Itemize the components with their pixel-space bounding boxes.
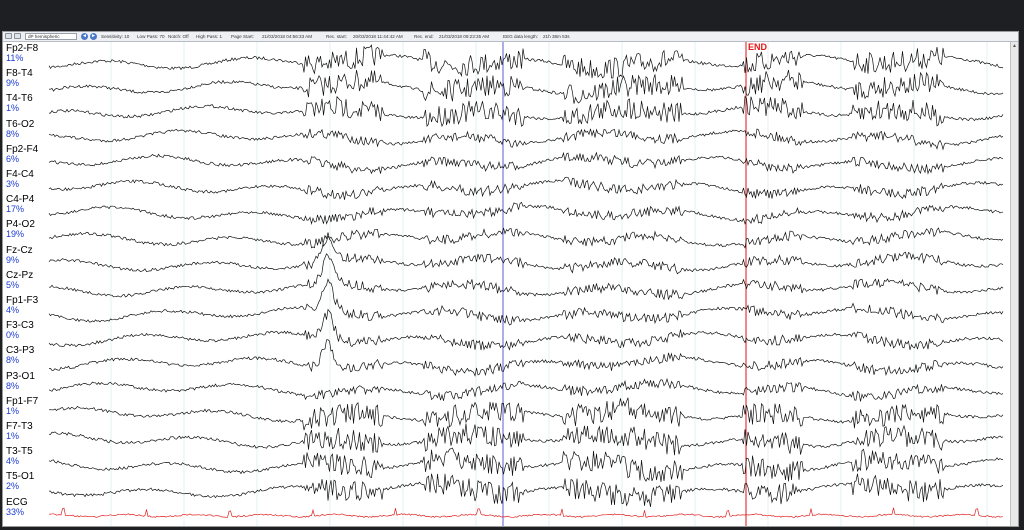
channel-percent: 4% bbox=[6, 305, 20, 315]
eeg-channel-trace bbox=[48, 201, 1003, 225]
eeg-channel-trace bbox=[48, 308, 1004, 351]
eeg-channel-trace bbox=[48, 377, 1004, 402]
channel-percent: 8% bbox=[6, 380, 20, 391]
eeg-channel-trace bbox=[49, 473, 1004, 507]
channel-percent: 0% bbox=[6, 330, 20, 341]
eeg-channel-trace bbox=[48, 339, 1004, 377]
eeg-trace-area[interactable] bbox=[3, 42, 1011, 526]
record-button[interactable] bbox=[5, 33, 12, 39]
eeg-channel-trace bbox=[48, 44, 1004, 79]
notch-setting[interactable]: Notch: Off bbox=[168, 34, 189, 39]
low-pass-setting[interactable]: Low Pass: 70 bbox=[137, 34, 165, 39]
rec-end-label: Rec. end: bbox=[414, 34, 434, 39]
next-page-icon[interactable]: ► bbox=[90, 33, 97, 40]
data-length-label: EEG data length: bbox=[503, 34, 538, 39]
channel-percent: 8% bbox=[6, 128, 20, 139]
channel-percent: 4% bbox=[6, 456, 20, 467]
channel-percent: 2% bbox=[6, 481, 20, 492]
rec-start-label: Rec. start: bbox=[326, 34, 347, 39]
eeg-channel-trace bbox=[48, 227, 1004, 249]
channel-percent: 17% bbox=[6, 204, 25, 215]
eeg-viewer-window: dP hemispheric ◄ ► Sensitivity: 10 Low P… bbox=[2, 31, 1019, 527]
montage-select[interactable]: dP hemispheric bbox=[25, 33, 77, 40]
channel-percent: 9% bbox=[6, 254, 20, 265]
channel-percent: 1% bbox=[6, 431, 20, 441]
channel-percent: 6% bbox=[6, 153, 20, 164]
channel-percent: 1% bbox=[6, 405, 20, 416]
prev-page-icon[interactable]: ◄ bbox=[81, 33, 88, 40]
channel-percent: 11% bbox=[6, 53, 24, 63]
sensitivity-setting[interactable]: Sensitivity: 10 bbox=[101, 34, 129, 39]
eeg-channel-trace bbox=[48, 447, 1003, 482]
eeg-channel-trace bbox=[48, 397, 1004, 431]
eeg-channel-trace bbox=[48, 278, 1004, 326]
page-start-label: Page Start: bbox=[231, 34, 254, 39]
channel-percent: 1% bbox=[6, 103, 20, 114]
rec-start-value: 20/03/2018 11:44:42 AM bbox=[353, 34, 403, 39]
page-start-value: 21/03/2018 04:56:33 AM bbox=[262, 34, 313, 39]
rec-end-value: 21/03/2018 09:23:35 AM bbox=[439, 34, 490, 39]
montage-value: dP hemispheric bbox=[28, 34, 60, 39]
scroll-up-icon[interactable]: ▲ bbox=[1011, 42, 1018, 50]
vertical-scrollbar[interactable]: ▲ bbox=[1010, 42, 1018, 526]
channel-percent: 8% bbox=[6, 355, 20, 366]
ecg-trace bbox=[48, 507, 1003, 518]
end-marker-label: END bbox=[748, 42, 768, 52]
eeg-channel-trace bbox=[48, 253, 1004, 301]
channel-percent: 33% bbox=[6, 506, 25, 517]
channel-percent: 5% bbox=[6, 279, 20, 290]
eeg-channel-trace bbox=[48, 176, 1004, 200]
data-length-value: 21h 38m 53s bbox=[543, 34, 570, 39]
eeg-channel-trace bbox=[49, 95, 1004, 128]
eeg-channel-trace bbox=[48, 151, 1004, 175]
stop-button[interactable] bbox=[14, 33, 21, 39]
toolbar: dP hemispheric ◄ ► Sensitivity: 10 Low P… bbox=[3, 32, 1018, 42]
high-pass-setting[interactable]: High Pass: 1 bbox=[196, 34, 222, 39]
eeg-channel-trace bbox=[48, 128, 1004, 151]
channel-percent: 9% bbox=[6, 78, 20, 89]
channel-percent: 3% bbox=[6, 179, 20, 189]
channel-percent: 19% bbox=[6, 229, 25, 240]
eeg-channel-trace bbox=[48, 69, 1004, 104]
eeg-channel-trace bbox=[48, 423, 1004, 456]
